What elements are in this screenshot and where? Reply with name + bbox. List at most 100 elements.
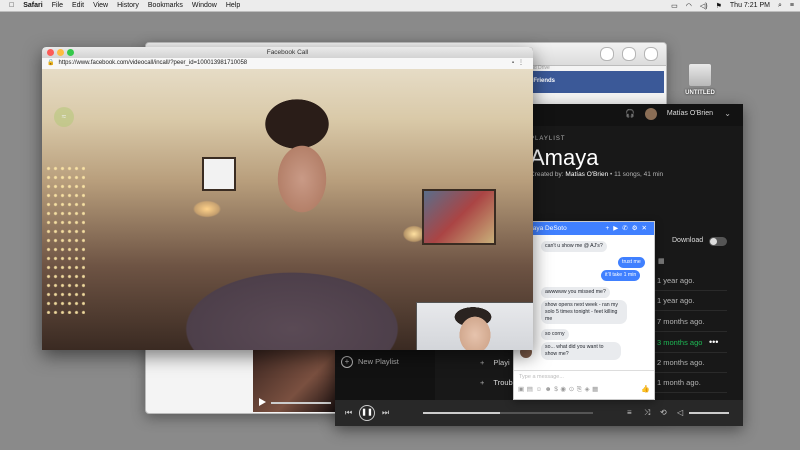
close-icon[interactable]: ✕ <box>642 225 651 232</box>
menu-window[interactable]: Window <box>192 2 217 9</box>
message-bubble: so corny <box>541 329 569 340</box>
menu-safari[interactable]: Safari <box>23 2 42 9</box>
wall-picture <box>202 157 236 191</box>
next-icon[interactable]: ⏭ <box>382 408 389 418</box>
chat-composer: Type a message... ▣▤☺☻$◉⊙⎘◈▦ 👍 <box>514 370 654 399</box>
message-bubble: so... what did you want to show me? <box>541 342 621 360</box>
image-icon[interactable]: ▣ <box>518 386 527 393</box>
message-bubble: trust me <box>618 257 645 268</box>
flag-icon[interactable]: ⚑ <box>716 2 722 10</box>
emoji-icon[interactable]: ☻ <box>545 386 554 393</box>
gif-icon[interactable]: ▤ <box>527 386 536 393</box>
shuffle-icon[interactable]: ⤨ <box>644 408 650 418</box>
track-title: Playi <box>493 358 510 367</box>
minimize-window-icon[interactable] <box>57 49 64 56</box>
apple-menu-icon[interactable]:  <box>9 2 14 9</box>
url-text[interactable]: https://www.facebook.com/videocall/incal… <box>58 60 247 66</box>
date-added: 7 months ago. <box>657 317 705 326</box>
track-row[interactable]: + Troub <box>480 378 513 387</box>
file-icon[interactable]: ⎘ <box>577 386 585 393</box>
avatar[interactable] <box>645 108 657 120</box>
playlist-stats: • 11 songs, 41 min <box>610 171 664 178</box>
track-row[interactable]: + Playi <box>480 358 510 367</box>
progress-fill <box>423 412 500 414</box>
sticker-icon[interactable]: ☺ <box>536 386 545 393</box>
gear-icon[interactable]: ⚙ <box>632 225 642 232</box>
playback-progress[interactable] <box>423 412 593 414</box>
row-divider <box>655 372 727 373</box>
date-added: 1 year ago. <box>657 296 695 305</box>
phone-icon[interactable]: ✆ <box>622 225 631 232</box>
remote-video: ≈ <box>42 69 533 350</box>
close-window-icon[interactable] <box>47 49 54 56</box>
video-call-icon[interactable]: ▶ <box>613 225 622 232</box>
menu-view[interactable]: View <box>93 2 108 9</box>
headphones-icon[interactable]: 🎧 <box>625 109 635 118</box>
track-title: Troub <box>493 378 513 387</box>
chat-header[interactable]: Amaya DeSoto +▶✆⚙✕ <box>514 222 654 235</box>
playlist-title: Amaya <box>530 145 599 170</box>
messenger-chat[interactable]: Amaya DeSoto +▶✆⚙✕ can't u show me @ AJ'… <box>513 221 655 400</box>
settings-icon[interactable]: ⋮ <box>518 60 528 66</box>
plus-circle-icon: + <box>341 356 353 368</box>
video-thumbnail[interactable] <box>253 348 335 412</box>
message-bubble: show opens next week - ran my solo 5 tim… <box>541 300 627 325</box>
calendar-icon[interactable]: ▦ <box>592 386 601 393</box>
repeat-icon[interactable]: ⟲ <box>660 408 667 417</box>
row-divider <box>655 290 727 291</box>
download-icon[interactable] <box>600 47 614 61</box>
string-lights <box>45 164 85 314</box>
playlist-type: PLAYLIST <box>530 136 566 142</box>
previous-icon[interactable]: ⏮ <box>345 408 352 418</box>
created-by-label: Created by: <box>530 171 564 178</box>
more-options-icon[interactable]: ••• <box>709 337 718 347</box>
download-toggle[interactable] <box>709 237 727 246</box>
volume-icon[interactable]: ◁) <box>700 2 708 10</box>
player-bar: ⏮ ❚❚ ⏭ ≡ ⤨ ⟲ ◁ <box>335 400 743 426</box>
zoom-window-icon[interactable] <box>67 49 74 56</box>
menubar-clock[interactable]: Thu 7:21 PM <box>730 2 770 9</box>
volume-slider[interactable] <box>689 412 729 414</box>
queue-icon[interactable]: ≡ <box>627 408 632 417</box>
message-input[interactable]: Type a message... <box>519 374 564 380</box>
desktop-drive[interactable]: UNTITLED <box>683 63 717 96</box>
menu-file[interactable]: File <box>52 2 63 9</box>
search-icon[interactable]: ⌕ <box>778 2 782 10</box>
row-divider <box>655 352 727 353</box>
list-icon[interactable]: ≡ <box>790 2 794 9</box>
date-added: 1 month ago. <box>657 378 701 387</box>
new-playlist-button[interactable]: + New Playlist <box>341 356 399 368</box>
video-progress[interactable] <box>271 402 331 404</box>
download-label: Download <box>672 237 704 244</box>
plus-icon[interactable]: + <box>480 378 484 387</box>
row-divider <box>655 310 727 311</box>
user-name[interactable]: Matías O'Brien <box>667 110 713 117</box>
game-icon[interactable]: ◉ <box>560 386 568 393</box>
volume-icon[interactable]: ◁ <box>677 408 683 417</box>
menu-bar:  Safari File Edit View History Bookmark… <box>0 0 800 12</box>
wifi-icon[interactable]: ◠ <box>686 2 692 10</box>
date-added: 1 year ago. <box>657 276 695 285</box>
drive-label: UNTITLED <box>685 90 715 96</box>
messenger-watermark-icon: ≈ <box>54 107 74 127</box>
facebook-call-window[interactable]: Facebook Call 🔒 https://www.facebook.com/… <box>42 47 533 350</box>
menu-help[interactable]: Help <box>226 2 240 9</box>
play-icon[interactable] <box>259 398 266 406</box>
airplay-icon[interactable]: ▭ <box>671 2 678 10</box>
message-bubble: it'll take 1 min <box>601 270 641 281</box>
creator-name[interactable]: Matías O'Brien <box>565 171 608 178</box>
thumbs-up-icon[interactable]: 👍 <box>641 385 650 393</box>
self-view-video[interactable] <box>416 302 533 350</box>
menu-edit[interactable]: Edit <box>72 2 84 9</box>
plus-icon[interactable]: + <box>480 358 484 367</box>
tabs-icon[interactable] <box>644 47 658 61</box>
chevron-down-icon[interactable]: ⌄ <box>724 109 731 118</box>
menu-bookmarks[interactable]: Bookmarks <box>148 2 183 9</box>
menu-history[interactable]: History <box>117 2 139 9</box>
share-icon[interactable] <box>622 47 636 61</box>
message-bubble: can't u show me @ AJ's? <box>541 241 607 252</box>
message-bubble: awwwww you missed me? <box>541 287 610 298</box>
pause-button[interactable]: ❚❚ <box>359 405 375 421</box>
camera-icon[interactable]: ⊙ <box>569 386 577 393</box>
row-divider <box>655 392 727 393</box>
